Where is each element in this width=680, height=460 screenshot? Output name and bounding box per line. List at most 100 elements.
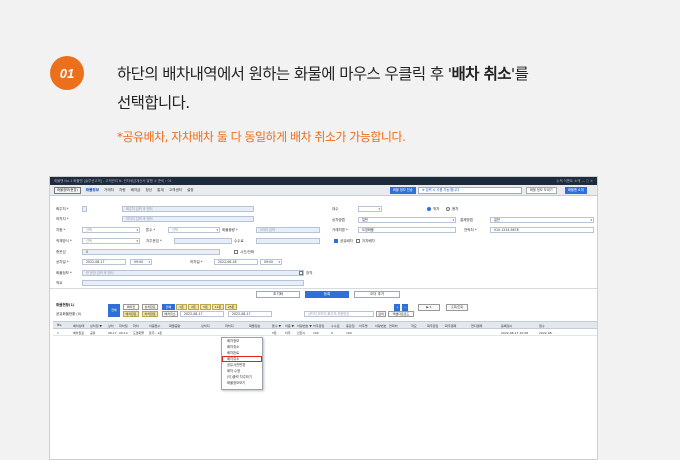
column-header[interactable]: 차주명 [359, 323, 368, 328]
load-time-value: 09:00 [134, 260, 144, 264]
filter-loaded[interactable]: 상차완료 [142, 304, 158, 310]
filter-all-button[interactable]: 전체 [108, 304, 120, 317]
tab-25ton[interactable]: 25톤 [225, 304, 237, 310]
table-cell: 2022-08-17 10:08 [501, 330, 529, 335]
ctx-item-view[interactable]: 화물정보보기 [222, 380, 262, 386]
table-cell: 톤주 : 1톤 [149, 330, 163, 335]
shipper-input[interactable]: 화주처 입력 후 엔터 [122, 206, 254, 212]
cargo-weight-input[interactable]: 5자리 입력 [256, 227, 320, 233]
label-share-dispatch: 공유배차 [340, 239, 353, 243]
own-dispatch-checkbox[interactable] [356, 239, 360, 243]
phone-input[interactable]: 010-1234-5678 [490, 227, 594, 233]
time-checkbox[interactable] [234, 250, 238, 254]
column-header[interactable]: 현지결제 [471, 323, 482, 328]
client-input[interactable]: 도영화물 [358, 227, 456, 233]
tab-5ton[interactable]: 5톤 [200, 304, 211, 310]
filter-unloaded[interactable]: 하차완료 [142, 311, 158, 317]
memo-input[interactable] [82, 280, 304, 286]
car-select[interactable]: 선택 ▾ [82, 227, 140, 233]
table-row[interactable]: 1 배차완료 공유 08-17 09:14 도영화물 톤주 : 1톤 5톤 차주 인천시 100 0 1… [53, 329, 597, 336]
tab-11ton[interactable]: 11톤 [212, 304, 224, 310]
radio-yongcha[interactable] [446, 207, 450, 211]
tab-1ton[interactable]: 1톤 [176, 304, 187, 310]
column-header[interactable]: 차종톤수 [149, 323, 160, 328]
column-header[interactable]: 상차일 ▼ [90, 323, 102, 328]
print-button[interactable]: 출력/조회 [446, 304, 468, 311]
column-header[interactable]: 등록일시 [501, 323, 512, 328]
send-info-button[interactable]: 화물 정보 전송 [390, 187, 416, 194]
column-header[interactable]: 하차지 [225, 323, 234, 328]
column-header[interactable]: 배차상태 [73, 323, 84, 328]
list-search-button[interactable]: 검색 [376, 311, 386, 317]
column-header[interactable]: 화물정보 [249, 323, 260, 328]
notice-text: ※ 입력 시 사용 가능 합니다 [418, 187, 522, 194]
column-header[interactable]: 상차 [108, 323, 114, 328]
add-icon[interactable]: + [394, 304, 400, 311]
reset-button[interactable]: 초기화 [256, 291, 300, 298]
share-dispatch-checkbox[interactable] [334, 239, 338, 243]
column-header[interactable]: 적요 [411, 323, 417, 328]
register-button[interactable]: 등록 [305, 291, 349, 298]
label-pay-method: 결제방법 [460, 218, 473, 222]
column-header[interactable]: No. [57, 323, 62, 327]
window-controls[interactable]: 누적 이벤트 소개 — ▢ ✕ [556, 177, 593, 185]
column-header[interactable]: 하차 [133, 323, 139, 328]
column-header[interactable]: 차량번호 ▼ [297, 323, 312, 328]
load-method-select[interactable]: 일반 ▾ [358, 217, 456, 223]
date-from-input[interactable]: 2022-08-17 [180, 311, 224, 317]
unload-date-input[interactable]: 2022-08-18 [214, 259, 258, 265]
ton-select[interactable]: 선택 ▾ [168, 227, 220, 233]
filter-before-dispatch[interactable]: 배차전 [123, 304, 139, 310]
column-header[interactable]: 접수 [539, 323, 545, 328]
pager[interactable]: ▶ 1 [418, 304, 440, 311]
label-receiver: 하차지 * [56, 217, 69, 221]
radio-quick[interactable] [427, 207, 431, 211]
cargo-info-input[interactable]: 한 문장 입력 후 엔터 [82, 270, 304, 276]
load-time-select[interactable]: 09:00 ▾ [130, 259, 152, 265]
menu-item-support[interactable]: 고객센터 [169, 188, 182, 193]
tab-2ton[interactable]: 2톤 [188, 304, 199, 310]
menu-item-client[interactable]: 거래처 [104, 188, 114, 193]
menu-item-settle[interactable]: 정산 [145, 188, 152, 193]
excel-download-button[interactable]: 엑셀다운로드 [388, 311, 414, 317]
menu-item-stats[interactable]: 통계 [157, 188, 164, 193]
column-header[interactable]: 톤수 ▼ [272, 323, 281, 328]
menu-item-vehicle[interactable]: 차량 [119, 188, 126, 193]
column-header[interactable]: 상차지 [201, 323, 210, 328]
menu-item-dispatch-fee[interactable]: 배차금 [131, 188, 141, 193]
fee-input[interactable] [256, 238, 320, 244]
filter-cancelled[interactable]: 배차취소 [162, 311, 178, 317]
receiver-input[interactable]: 하차지 입력 후 엔터 [122, 216, 254, 222]
menu-item-cargo[interactable]: 화물정보 [86, 188, 99, 193]
unload-time-select[interactable]: 09:00 ▾ [260, 259, 282, 265]
tab-all[interactable]: 전체 [162, 304, 175, 310]
table-cell: 09:14 [119, 330, 128, 335]
pay-method-select[interactable]: 일반 ▾ [490, 217, 594, 223]
menu-item-settings[interactable]: 설정 [187, 188, 194, 193]
column-header[interactable]: 총운임 [346, 323, 355, 328]
column-header[interactable]: 차주운임 [313, 323, 324, 328]
count-select[interactable]: ▾ [358, 206, 382, 212]
app-titlebar: 화물맨 No.1 화물맨 [솔루션고객] - 고객관리 N. 전자세금계산서 발… [50, 177, 597, 185]
add-order-button[interactable]: 오더 추가 [354, 291, 400, 298]
column-header[interactable]: 차량번호 [375, 323, 386, 328]
list-search-input[interactable]: 상차지,하차지,화주처,차량번호 [304, 311, 374, 317]
label-own-dispatch: 자차배차 [362, 239, 375, 243]
driver-fee-input[interactable] [174, 238, 232, 244]
column-header[interactable]: 하차일 [119, 323, 128, 328]
date-to-input[interactable]: 2022-08-17 [228, 311, 272, 317]
intro-button[interactable]: 화물맨 소개 [565, 187, 587, 194]
filter-dispatched[interactable]: 배차완료 [123, 311, 139, 317]
menu-current-button[interactable]: 화물정보(현장) [54, 186, 81, 194]
column-header[interactable]: 화주결제 [445, 323, 456, 328]
column-header[interactable]: 연락처 [389, 323, 398, 328]
column-header[interactable]: 화물중량 [169, 323, 180, 328]
loadtype-select[interactable]: 선택 ▾ [82, 238, 140, 244]
column-header[interactable]: 화주운임 [427, 323, 438, 328]
column-header[interactable]: 수수료 [331, 323, 340, 328]
column-header[interactable]: 차종 ▼ [285, 323, 294, 328]
mark-checkbox[interactable] [299, 271, 303, 275]
remove-icon[interactable]: − [402, 304, 408, 311]
send-cargo-button[interactable]: 화물 정보 보내기 [526, 187, 557, 194]
load-date-input[interactable]: 2022-08-17 [82, 259, 126, 265]
